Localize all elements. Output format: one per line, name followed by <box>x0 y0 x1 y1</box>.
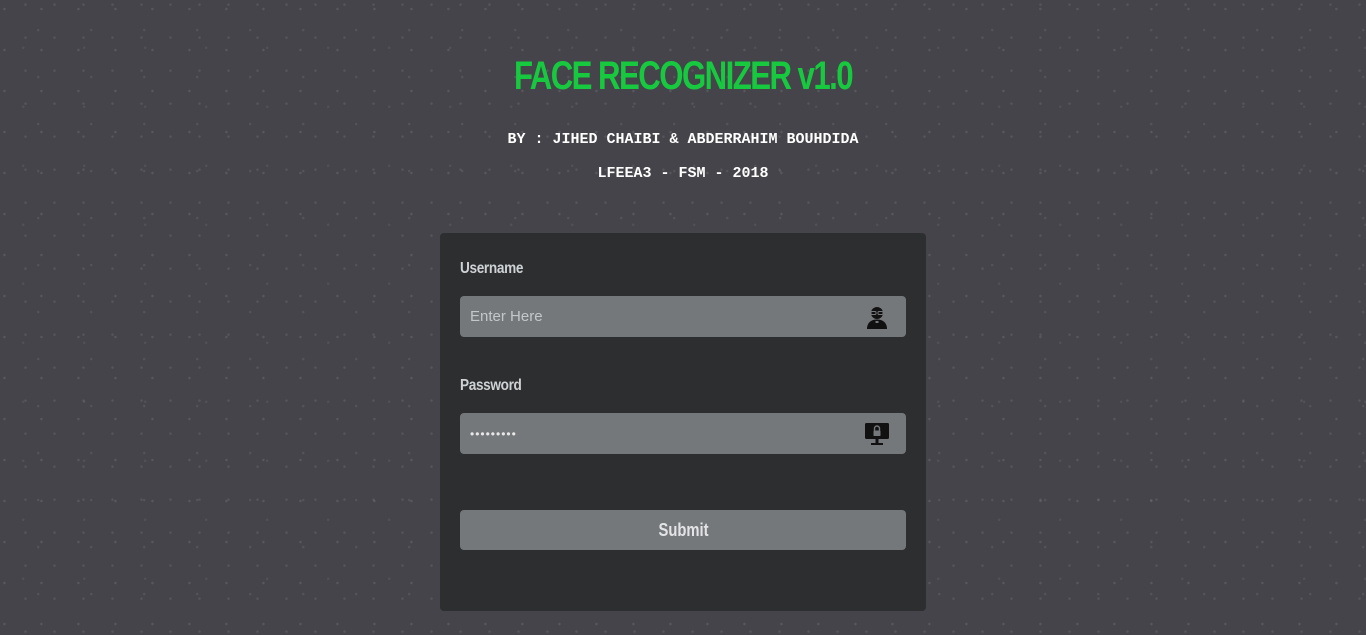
course-credit: LFEEA3 - FSM - 2018 <box>597 165 769 182</box>
page-title: FACE RECOGNIZER v1.0 <box>513 54 854 98</box>
submit-label: Submit <box>657 519 709 540</box>
login-panel: Username Password Submit <box>440 233 926 611</box>
lock-screen-icon <box>865 423 889 445</box>
user-icon <box>867 307 887 329</box>
username-field-wrapper <box>460 296 906 337</box>
authors-credit: BY : JIHED CHAIBI & ABDERRAHIM BOUHDIDA <box>507 131 859 148</box>
password-label: Password <box>460 377 522 394</box>
username-input[interactable] <box>460 296 850 337</box>
submit-button[interactable]: Submit <box>460 510 906 550</box>
username-label: Username <box>460 260 524 277</box>
password-field-wrapper <box>460 413 906 454</box>
password-input[interactable] <box>460 413 850 454</box>
